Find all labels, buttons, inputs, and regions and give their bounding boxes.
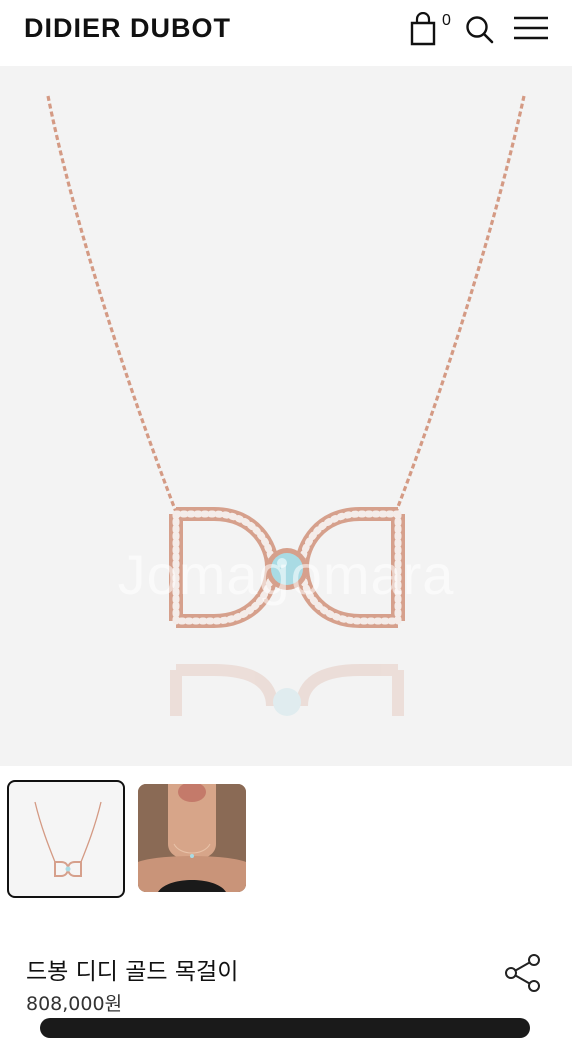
search-button[interactable]	[464, 12, 496, 46]
necklace-thumbnail-icon	[34, 801, 102, 877]
site-header: DIDIER DUBOT 0	[0, 0, 572, 66]
cart-button[interactable]: 0	[408, 11, 454, 46]
product-name: 드봉 디디 골드 목걸이	[26, 959, 239, 985]
cart-count: 0	[442, 12, 451, 29]
product-image[interactable]: Jomagomara	[0, 66, 572, 766]
necklace-illustration	[46, 95, 526, 716]
thumbnail-strip	[0, 776, 572, 902]
hamburger-menu-icon	[514, 16, 548, 40]
search-icon	[466, 16, 494, 44]
bottom-action-bar[interactable]	[40, 1018, 530, 1038]
share-icon	[505, 954, 540, 992]
model-photo-icon	[138, 784, 246, 892]
thumbnail-product[interactable]	[7, 780, 125, 898]
menu-button[interactable]	[512, 14, 550, 44]
brand-logo[interactable]: DIDIER DUBOT	[24, 12, 231, 44]
shopping-bag-icon	[410, 11, 436, 46]
product-price: 808,000원	[26, 993, 123, 1015]
thumbnail-model[interactable]	[138, 784, 246, 892]
watermark-text: Jomagomara	[117, 543, 455, 606]
share-button[interactable]	[503, 953, 543, 993]
